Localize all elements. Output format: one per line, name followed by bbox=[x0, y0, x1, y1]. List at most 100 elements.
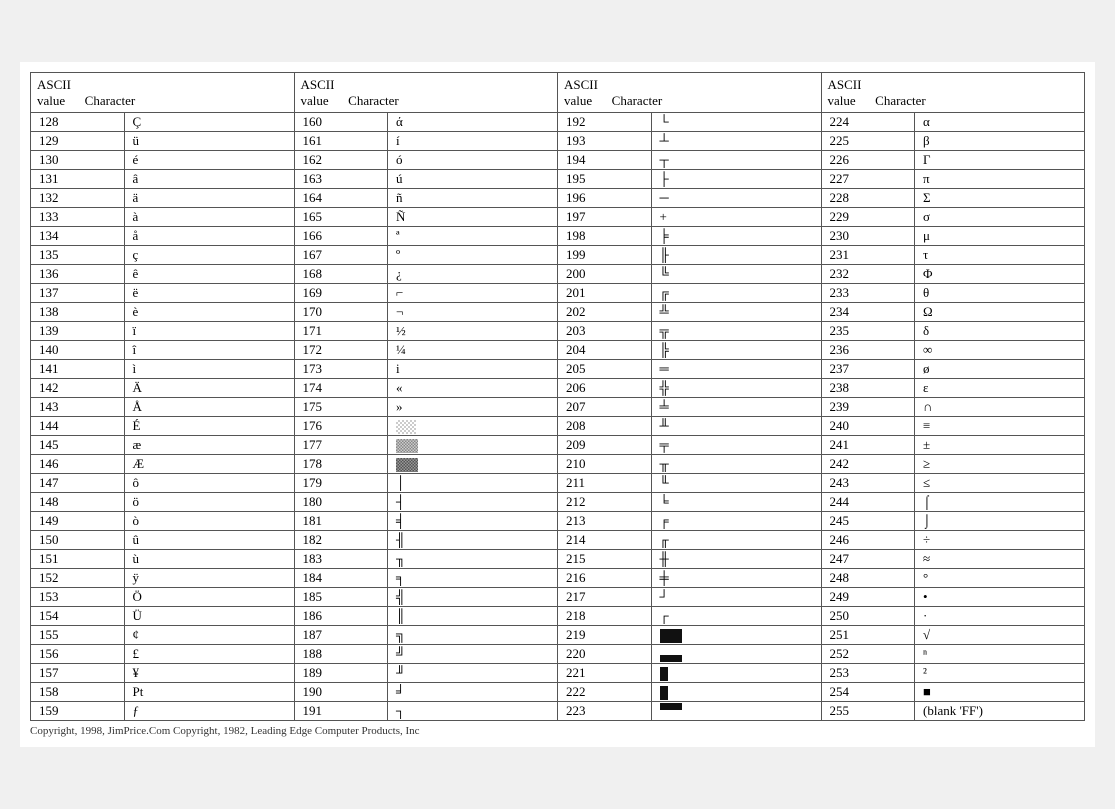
ascii-character: ╠ bbox=[651, 341, 821, 360]
ascii-character bbox=[651, 702, 821, 721]
ascii-character: ╬ bbox=[651, 379, 821, 398]
ascii-character: à bbox=[124, 208, 294, 227]
ascii-character bbox=[651, 664, 821, 683]
ascii-character: θ bbox=[915, 284, 1085, 303]
ascii-value: 194 bbox=[558, 151, 652, 170]
ascii-value: 212 bbox=[558, 493, 652, 512]
ascii-value: 213 bbox=[558, 512, 652, 531]
ascii-value: 216 bbox=[558, 569, 652, 588]
ascii-value: 146 bbox=[31, 455, 125, 474]
ascii-value: 170 bbox=[294, 303, 388, 322]
table-row: 137ë169⌐201╔233θ bbox=[31, 284, 1085, 303]
ascii-value: 197 bbox=[558, 208, 652, 227]
ascii-value: 137 bbox=[31, 284, 125, 303]
ascii-character: ╜ bbox=[388, 664, 558, 683]
table-row: 159ƒ191┐223255(blank 'FF') bbox=[31, 702, 1085, 721]
ascii-character: ├ bbox=[651, 170, 821, 189]
ascii-value: 204 bbox=[558, 341, 652, 360]
table-row: 134å166ª198╞230μ bbox=[31, 227, 1085, 246]
ascii-character: ¥ bbox=[124, 664, 294, 683]
ascii-value: 221 bbox=[558, 664, 652, 683]
ascii-value: 215 bbox=[558, 550, 652, 569]
ascii-value: 157 bbox=[31, 664, 125, 683]
ascii-value: 229 bbox=[821, 208, 915, 227]
ascii-character: ╟ bbox=[651, 246, 821, 265]
ascii-value: 248 bbox=[821, 569, 915, 588]
ascii-value: 235 bbox=[821, 322, 915, 341]
ascii-character: ø bbox=[915, 360, 1085, 379]
ascii-character: î bbox=[124, 341, 294, 360]
ascii-value: 160 bbox=[294, 113, 388, 132]
ascii-character bbox=[651, 683, 821, 702]
ascii-value: 188 bbox=[294, 645, 388, 664]
table-row: 150û182╢214╓246÷ bbox=[31, 531, 1085, 550]
ascii-character: ≥ bbox=[915, 455, 1085, 474]
ascii-character bbox=[388, 417, 558, 436]
ascii-value: 169 bbox=[294, 284, 388, 303]
ascii-value: 135 bbox=[31, 246, 125, 265]
ascii-table: ASCIIvalue Character ASCIIvalue Characte… bbox=[30, 72, 1085, 722]
ascii-value: 202 bbox=[558, 303, 652, 322]
ascii-character: ε bbox=[915, 379, 1085, 398]
ascii-value: 220 bbox=[558, 645, 652, 664]
ascii-value: 247 bbox=[821, 550, 915, 569]
ascii-value: 195 bbox=[558, 170, 652, 189]
ascii-value: 223 bbox=[558, 702, 652, 721]
ascii-character: ⌠ bbox=[915, 493, 1085, 512]
ascii-character: ¼ bbox=[388, 341, 558, 360]
ascii-value: 134 bbox=[31, 227, 125, 246]
ascii-character: ╖ bbox=[388, 550, 558, 569]
table-row: 156£188╝220252ⁿ bbox=[31, 645, 1085, 664]
ascii-value: 208 bbox=[558, 417, 652, 436]
ascii-value: 138 bbox=[31, 303, 125, 322]
ascii-character: ╗ bbox=[388, 626, 558, 645]
ascii-character: Pt bbox=[124, 683, 294, 702]
ascii-character: ╓ bbox=[651, 531, 821, 550]
table-row: 151ù183╖215╫247≈ bbox=[31, 550, 1085, 569]
ascii-value: 182 bbox=[294, 531, 388, 550]
ascii-character: π bbox=[915, 170, 1085, 189]
table-row: 139ï171½203╦235δ bbox=[31, 322, 1085, 341]
ascii-value: 175 bbox=[294, 398, 388, 417]
ascii-value: 162 bbox=[294, 151, 388, 170]
ascii-value: 159 bbox=[31, 702, 125, 721]
table-row: 132ä164ñ196─228Σ bbox=[31, 189, 1085, 208]
table-row: 153Ö185╣217┘249• bbox=[31, 588, 1085, 607]
ascii-value: 244 bbox=[821, 493, 915, 512]
ascii-value: 232 bbox=[821, 265, 915, 284]
ascii-value: 161 bbox=[294, 132, 388, 151]
ascii-value: 211 bbox=[558, 474, 652, 493]
ascii-character: Ä bbox=[124, 379, 294, 398]
ascii-character: ╛ bbox=[388, 683, 558, 702]
ascii-character: · bbox=[915, 607, 1085, 626]
ascii-value: 166 bbox=[294, 227, 388, 246]
ascii-character: ╦ bbox=[651, 322, 821, 341]
ascii-value: 199 bbox=[558, 246, 652, 265]
ascii-value: 224 bbox=[821, 113, 915, 132]
table-row: 144É176208╨240≡ bbox=[31, 417, 1085, 436]
ascii-value: 139 bbox=[31, 322, 125, 341]
ascii-character: (blank 'FF') bbox=[915, 702, 1085, 721]
ascii-character: ± bbox=[915, 436, 1085, 455]
ascii-value: 133 bbox=[31, 208, 125, 227]
ascii-value: 225 bbox=[821, 132, 915, 151]
ascii-value: 158 bbox=[31, 683, 125, 702]
ascii-character: » bbox=[388, 398, 558, 417]
ascii-value: 240 bbox=[821, 417, 915, 436]
ascii-character bbox=[388, 455, 558, 474]
ascii-character: ╥ bbox=[651, 455, 821, 474]
ascii-value: 196 bbox=[558, 189, 652, 208]
ascii-value: 128 bbox=[31, 113, 125, 132]
ascii-value: 228 bbox=[821, 189, 915, 208]
ascii-value: 144 bbox=[31, 417, 125, 436]
table-row: 129ü161í193┴225β bbox=[31, 132, 1085, 151]
ascii-value: 207 bbox=[558, 398, 652, 417]
table-row: 157¥189╜221253² bbox=[31, 664, 1085, 683]
ascii-character: Æ bbox=[124, 455, 294, 474]
ascii-character: ü bbox=[124, 132, 294, 151]
ascii-character: ï bbox=[124, 322, 294, 341]
ascii-character: Γ bbox=[915, 151, 1085, 170]
ascii-value: 203 bbox=[558, 322, 652, 341]
ascii-character: ╪ bbox=[651, 569, 821, 588]
ascii-value: 254 bbox=[821, 683, 915, 702]
